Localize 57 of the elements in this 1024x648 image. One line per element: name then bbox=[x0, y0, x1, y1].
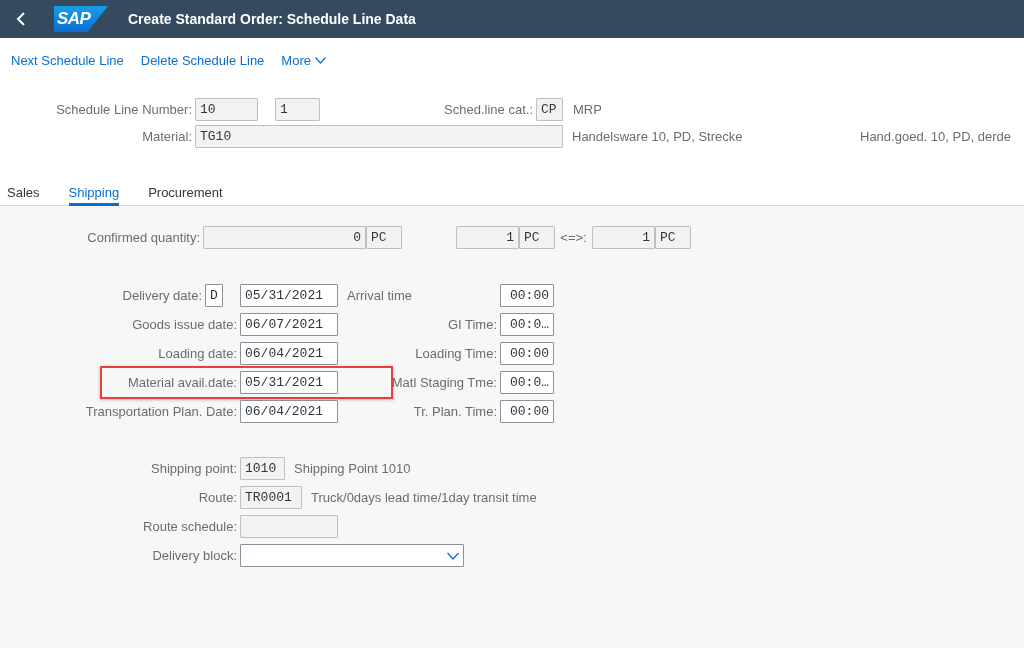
chevron-down-icon bbox=[314, 56, 326, 64]
description-text: Truck/0days lead time/1day transit time bbox=[311, 490, 537, 505]
input-field: PC bbox=[366, 226, 402, 249]
link[interactable]: Next Schedule Line bbox=[11, 52, 124, 68]
field-label: GI Time: bbox=[446, 317, 498, 332]
field-label: Delivery date: bbox=[121, 288, 203, 303]
description-text: Shipping Point 1010 bbox=[294, 461, 411, 476]
input-field: PC bbox=[519, 226, 555, 249]
field-label: Shipping point: bbox=[150, 461, 238, 476]
tab[interactable]: Sales bbox=[7, 178, 40, 206]
input-field: 1 bbox=[456, 226, 519, 249]
input-field: CP bbox=[536, 98, 563, 121]
field-label: Loading date: bbox=[157, 346, 238, 361]
field-label: Goods issue date: bbox=[131, 317, 238, 332]
input-field: TR0001 bbox=[240, 486, 302, 509]
field-label: Transportation Plan. Date: bbox=[84, 404, 238, 419]
input-field: 1010 bbox=[240, 457, 285, 480]
tab[interactable]: Procurement bbox=[148, 178, 223, 206]
page-title: Create Standard Order: Schedule Line Data bbox=[128, 11, 416, 27]
input-field[interactable]: 00:0… bbox=[500, 313, 554, 336]
field-label: Sched.line cat.: bbox=[443, 102, 534, 117]
input-field: 10 bbox=[195, 98, 258, 121]
input-field[interactable]: 05/31/2021 bbox=[240, 284, 338, 307]
input-field[interactable]: 06/04/2021 bbox=[240, 400, 338, 423]
input-field[interactable]: 00:0… bbox=[500, 371, 554, 394]
input-field: 1 bbox=[275, 98, 320, 121]
field-label: Route schedule: bbox=[142, 519, 238, 534]
logo: SAP bbox=[54, 6, 108, 32]
field-label: Matl Staging Tme: bbox=[390, 375, 498, 390]
input-field[interactable]: 00:00 bbox=[500, 342, 554, 365]
field-label: Schedule Line Number: bbox=[55, 102, 193, 117]
field-label: Material avail.date: bbox=[126, 375, 238, 390]
description-text: MRP bbox=[573, 102, 602, 117]
input-field[interactable]: 06/04/2021 bbox=[240, 342, 338, 365]
input-field: PC bbox=[655, 226, 691, 249]
input-field: 0 bbox=[203, 226, 366, 249]
input-field[interactable]: 00:00 bbox=[500, 400, 554, 423]
input-field: 1 bbox=[592, 226, 655, 249]
field-label: Confirmed quantity: bbox=[86, 230, 201, 245]
field-label: Material: bbox=[141, 129, 193, 144]
field-label: Delivery block: bbox=[151, 548, 238, 563]
link[interactable]: Delete Schedule Line bbox=[140, 52, 265, 68]
dropdown-field[interactable] bbox=[240, 544, 464, 567]
field-label: Arrival time bbox=[347, 288, 413, 303]
description-text: Hand.goed. 10, PD, derde bbox=[860, 129, 1012, 144]
input-field[interactable]: D bbox=[205, 284, 223, 307]
input-field[interactable]: 00:00 bbox=[500, 284, 554, 307]
field-label: Route: bbox=[197, 490, 238, 505]
description-text: Handelsware 10, PD, Strecke bbox=[572, 129, 744, 144]
input-field[interactable]: 05/31/2021 bbox=[240, 371, 338, 394]
field-label: Loading Time: bbox=[414, 346, 498, 361]
chevron-down-icon bbox=[447, 551, 459, 560]
conversion-label: <=>: bbox=[559, 230, 588, 245]
field-label: Tr. Plan. Time: bbox=[412, 404, 498, 419]
input-field: TG10 bbox=[195, 125, 563, 148]
menu-button[interactable]: More bbox=[281, 52, 326, 68]
input-field[interactable]: 06/07/2021 bbox=[240, 313, 338, 336]
